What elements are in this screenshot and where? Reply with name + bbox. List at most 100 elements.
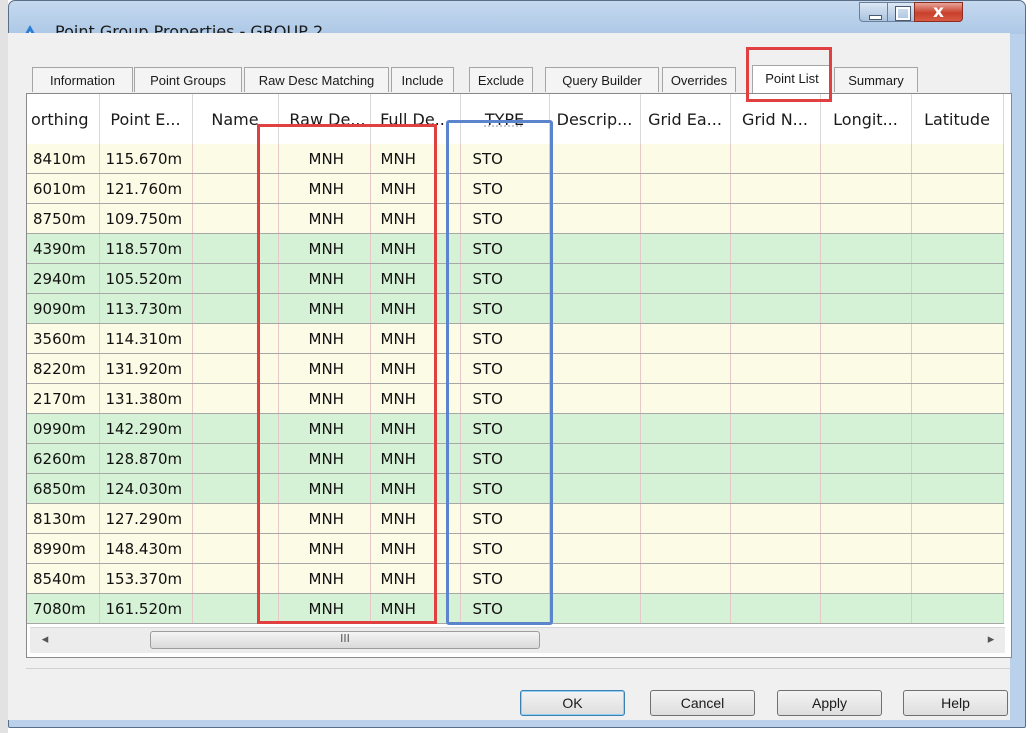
cell-grid-easting[interactable] [640,144,731,174]
cell-grid-easting[interactable] [640,233,731,264]
cell-latitude[interactable] [911,323,1004,354]
cell-grid-northing[interactable] [730,263,821,294]
cell-grid-northing[interactable] [730,353,821,384]
cell-description[interactable] [549,533,641,564]
maximize-button[interactable] [887,2,915,22]
cell-point-elevation[interactable]: 114.310m [99,323,193,354]
tab-exclude[interactable]: Exclude [469,67,533,92]
cell-latitude[interactable] [911,353,1004,384]
cell-point-elevation[interactable]: 124.030m [99,473,193,504]
cell-northing[interactable]: 8410m [27,144,100,174]
cell-northing[interactable]: 3560m [27,323,100,354]
cell-latitude[interactable] [911,593,1004,624]
cell-description[interactable] [549,323,641,354]
cell-description[interactable] [549,503,641,534]
cell-description[interactable] [549,233,641,264]
column-header-grid-easting[interactable]: Grid Ea... [640,94,731,144]
cell-description[interactable] [549,593,641,624]
cell-northing[interactable]: 8750m [27,203,100,234]
scroll-left-arrow-icon[interactable]: ◂ [36,631,54,649]
cell-description[interactable] [549,413,641,444]
cell-grid-easting[interactable] [640,503,731,534]
column-header-description[interactable]: Descrip... [549,94,641,144]
cell-latitude[interactable] [911,203,1004,234]
cell-point-elevation[interactable]: 127.290m [99,503,193,534]
cell-point-elevation[interactable]: 115.670m [99,144,193,174]
cell-description[interactable] [549,473,641,504]
cell-grid-northing[interactable] [730,473,821,504]
close-button[interactable]: x [914,2,963,22]
cell-northing[interactable]: 8540m [27,563,100,594]
cancel-button[interactable]: Cancel [650,690,755,716]
cell-northing[interactable]: 9090m [27,293,100,324]
cell-grid-northing[interactable] [730,503,821,534]
cell-latitude[interactable] [911,413,1004,444]
title-bar[interactable]: Point Group Properties - GROUP 2 x [9,1,1025,41]
cell-grid-northing[interactable] [730,233,821,264]
cell-grid-easting[interactable] [640,533,731,564]
horizontal-scrollbar[interactable]: ◂ III ▸ [30,627,1005,653]
cell-point-elevation[interactable]: 161.520m [99,593,193,624]
cell-point-elevation[interactable]: 148.430m [99,533,193,564]
cell-northing[interactable]: 8220m [27,353,100,384]
cell-longitude[interactable] [820,293,912,324]
column-header-northing[interactable]: orthing [27,94,100,144]
tab-query-builder[interactable]: Query Builder [545,67,659,92]
cell-grid-northing[interactable] [730,293,821,324]
cell-description[interactable] [549,383,641,414]
tab-information[interactable]: Information [32,67,133,92]
cell-grid-easting[interactable] [640,443,731,474]
cell-latitude[interactable] [911,503,1004,534]
minimize-button[interactable] [859,2,888,22]
cell-point-elevation[interactable]: 128.870m [99,443,193,474]
cell-longitude[interactable] [820,593,912,624]
cell-grid-easting[interactable] [640,203,731,234]
cell-description[interactable] [549,144,641,174]
column-header-point-elevation[interactable]: Point E... [99,94,193,144]
tab-include[interactable]: Include [391,67,454,92]
cell-latitude[interactable] [911,473,1004,504]
cell-grid-northing[interactable] [730,203,821,234]
cell-grid-easting[interactable] [640,383,731,414]
help-button[interactable]: Help [903,690,1008,716]
tab-raw-desc-matching[interactable]: Raw Desc Matching [244,67,389,92]
cell-latitude[interactable] [911,563,1004,594]
tab-point-groups[interactable]: Point Groups [134,67,242,92]
cell-northing[interactable]: 6260m [27,443,100,474]
cell-latitude[interactable] [911,173,1004,204]
cell-grid-easting[interactable] [640,173,731,204]
cell-longitude[interactable] [820,353,912,384]
cell-longitude[interactable] [820,144,912,174]
cell-latitude[interactable] [911,383,1004,414]
cell-longitude[interactable] [820,473,912,504]
cell-latitude[interactable] [911,233,1004,264]
cell-description[interactable] [549,173,641,204]
cell-grid-northing[interactable] [730,593,821,624]
cell-latitude[interactable] [911,263,1004,294]
cell-longitude[interactable] [820,413,912,444]
cell-longitude[interactable] [820,383,912,414]
tab-summary[interactable]: Summary [834,67,918,92]
apply-button[interactable]: Apply [777,690,882,716]
cell-grid-easting[interactable] [640,293,731,324]
cell-grid-northing[interactable] [730,173,821,204]
cell-grid-northing[interactable] [730,563,821,594]
cell-longitude[interactable] [820,203,912,234]
cell-longitude[interactable] [820,323,912,354]
cell-latitude[interactable] [911,533,1004,564]
scroll-right-arrow-icon[interactable]: ▸ [982,631,1000,649]
cell-northing[interactable]: 6010m [27,173,100,204]
cell-longitude[interactable] [820,173,912,204]
cell-grid-easting[interactable] [640,323,731,354]
column-header-longitude[interactable]: Longit... [820,94,912,144]
cell-point-elevation[interactable]: 142.290m [99,413,193,444]
cell-point-elevation[interactable]: 118.570m [99,233,193,264]
cell-description[interactable] [549,563,641,594]
cell-northing[interactable]: 2170m [27,383,100,414]
cell-longitude[interactable] [820,563,912,594]
cell-grid-northing[interactable] [730,533,821,564]
cell-northing[interactable]: 4390m [27,233,100,264]
cell-description[interactable] [549,203,641,234]
cell-description[interactable] [549,353,641,384]
tab-overrides[interactable]: Overrides [662,67,736,92]
